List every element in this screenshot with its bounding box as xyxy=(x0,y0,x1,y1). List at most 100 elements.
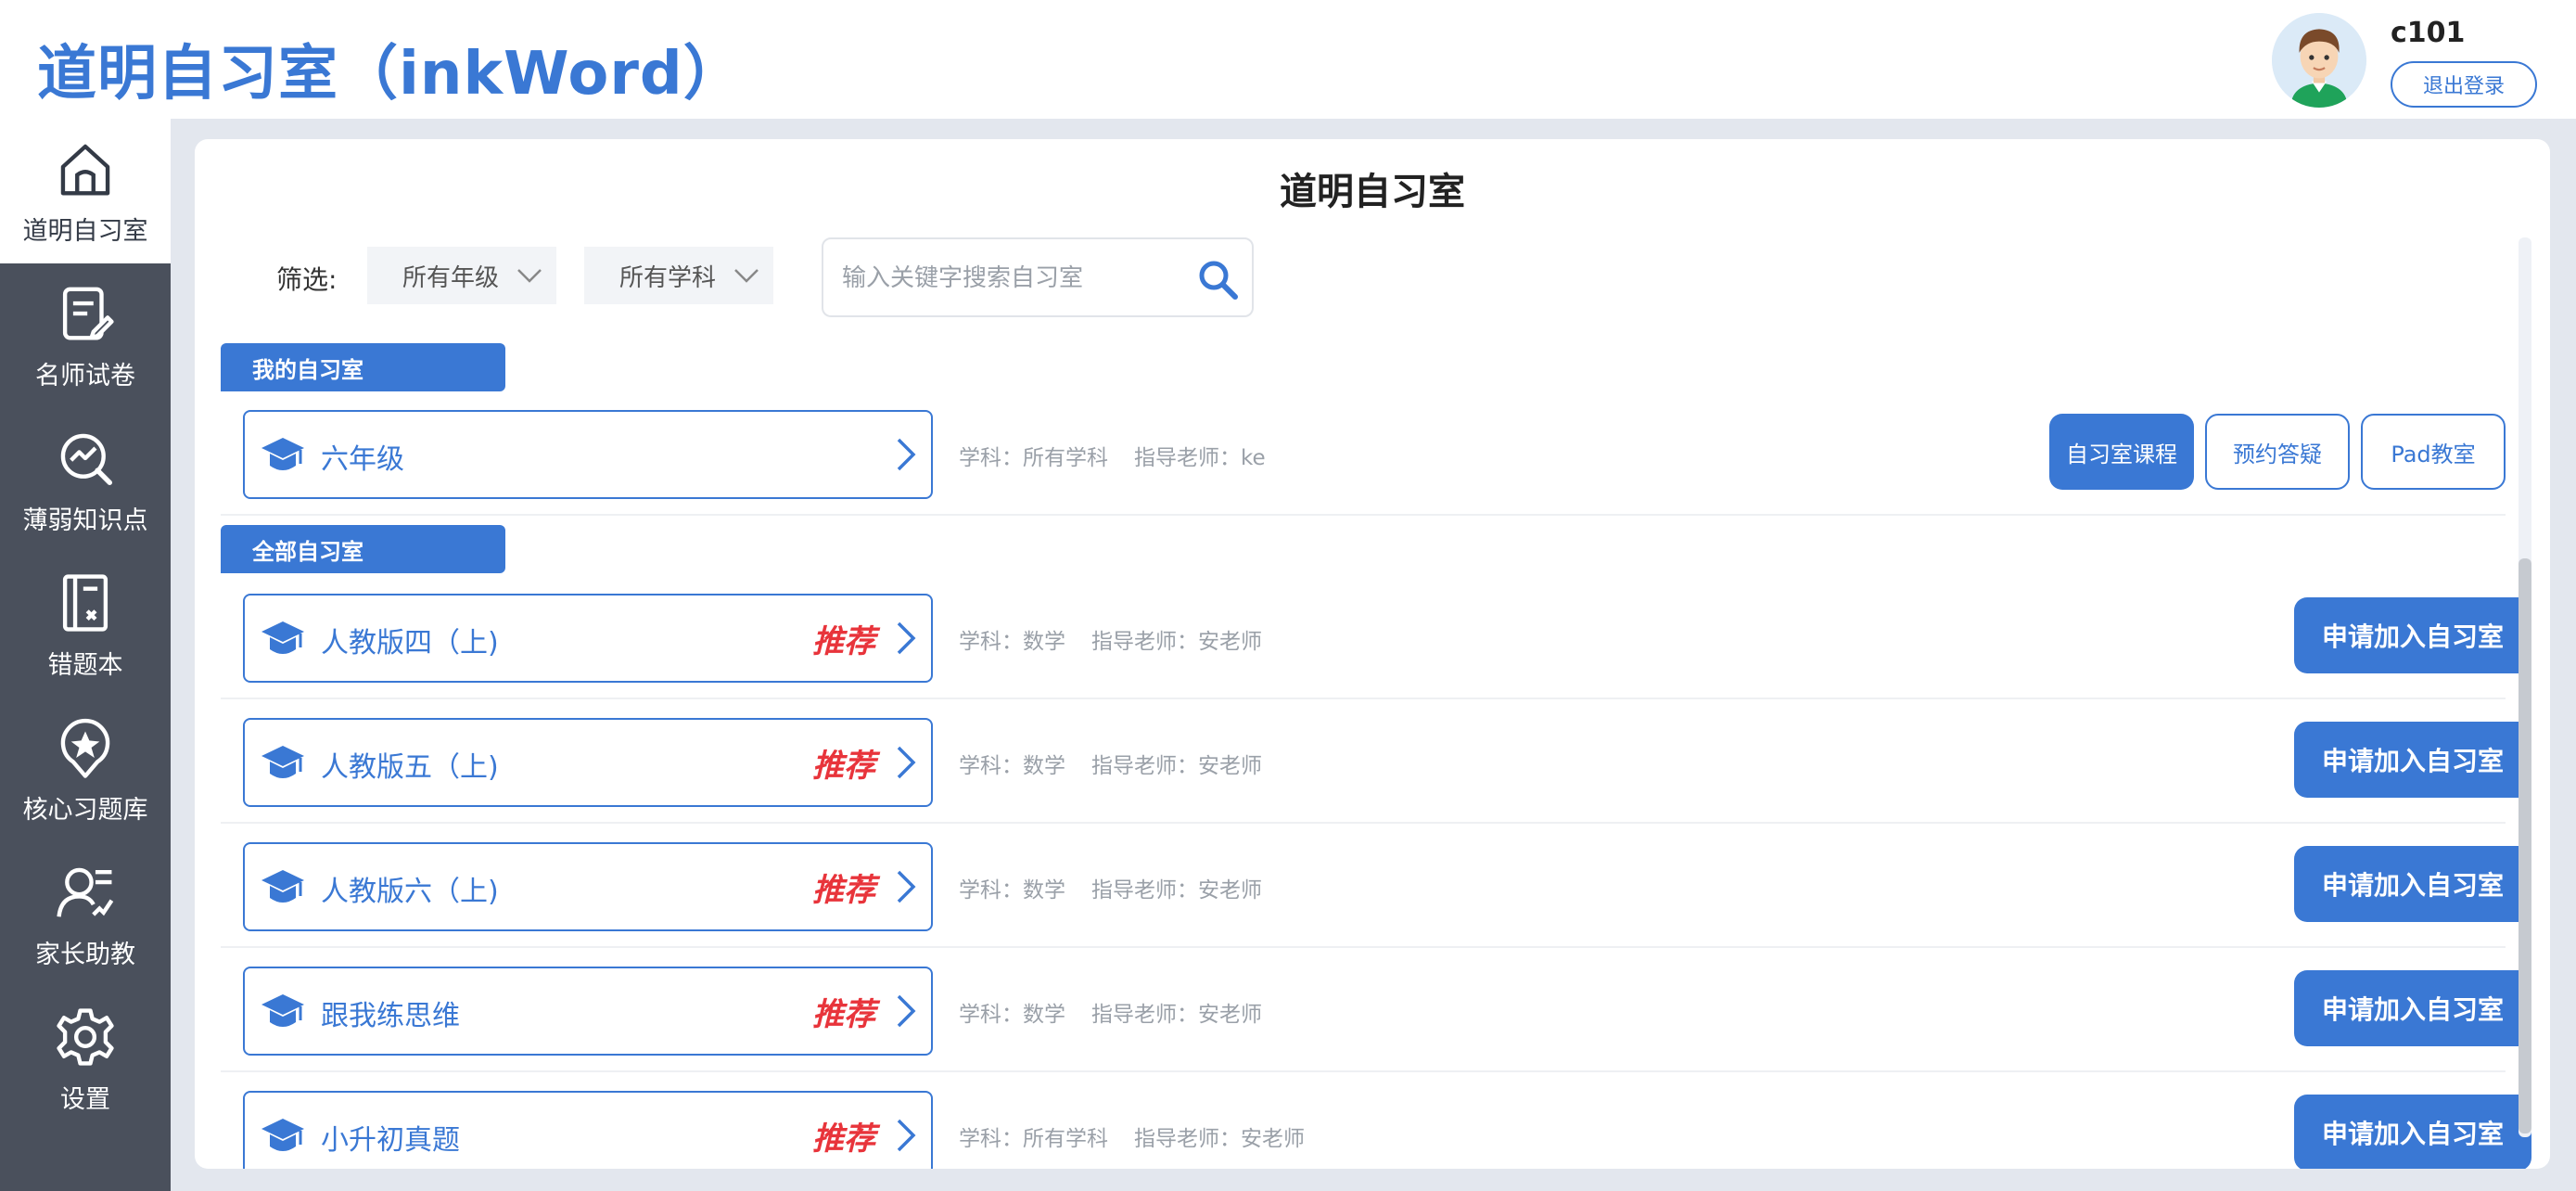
recommend-badge: 推荐 xyxy=(812,748,875,785)
room-card[interactable]: 人教版六（上) 推荐 xyxy=(243,842,933,931)
sidebar-item-core-exercises[interactable]: 核心习题库 xyxy=(0,698,171,842)
sidebar-item-label: 名师试卷 xyxy=(35,361,135,391)
room-row: 人教版四（上) 推荐 学科：数学 指导老师：安老师 申请加入自习室 xyxy=(221,575,2531,699)
room-subject: 学科：所有学科 xyxy=(959,1127,1108,1151)
sidebar-item-exam-papers[interactable]: 名师试卷 xyxy=(0,263,171,408)
room-meta: 学科：数学 指导老师：安老师 xyxy=(959,623,1262,655)
all-rooms-section-tag: 全部自习室 xyxy=(221,525,505,573)
room-meta: 学科：数学 指导老师：安老师 xyxy=(959,748,1262,779)
chevron-right-icon xyxy=(897,870,916,903)
grade-filter-dropdown[interactable]: 所有年级 xyxy=(367,247,556,304)
room-name: 小升初真题 xyxy=(321,1124,460,1157)
join-room-button[interactable]: 申请加入自习室 xyxy=(2294,597,2531,673)
room-card[interactable]: 人教版四（上) 推荐 xyxy=(243,594,933,683)
room-name: 六年级 xyxy=(321,443,404,476)
logout-button[interactable]: 退出登录 xyxy=(2391,61,2537,108)
page-title: 道明自习室 xyxy=(1280,171,1465,213)
join-room-button[interactable]: 申请加入自习室 xyxy=(2294,970,2531,1046)
room-course-button[interactable]: 自习室课程 xyxy=(2049,414,2194,490)
scrollbar-thumb[interactable] xyxy=(2519,558,2531,1133)
graduation-cap-icon xyxy=(261,621,304,654)
my-room-row: 六年级 学科：所有学科 指导老师：ke 自习室课程 预约答疑 Pad教室 xyxy=(221,391,2506,516)
room-meta: 学科：所有学科 指导老师：ke xyxy=(959,440,1266,471)
sidebar-item-settings[interactable]: 设置 xyxy=(0,987,171,1132)
room-teacher: 指导老师：安老师 xyxy=(1091,1003,1262,1027)
filter-label: 筛选: xyxy=(276,264,338,295)
chevron-right-icon xyxy=(897,621,916,655)
room-name: 人教版四（上) xyxy=(321,627,499,660)
join-room-button[interactable]: 申请加入自习室 xyxy=(2294,1095,2531,1169)
room-teacher: 指导老师：安老师 xyxy=(1134,1127,1305,1151)
recommend-badge: 推荐 xyxy=(812,872,875,909)
recommend-badge: 推荐 xyxy=(812,1121,875,1158)
chevron-right-icon xyxy=(897,746,916,779)
chevron-down-icon xyxy=(734,269,759,283)
pad-classroom-button[interactable]: Pad教室 xyxy=(2361,414,2506,490)
sidebar-item-label: 道明自习室 xyxy=(22,216,148,246)
room-card[interactable]: 小升初真题 推荐 xyxy=(243,1091,933,1169)
sidebar-item-label: 错题本 xyxy=(47,650,123,680)
search-input[interactable] xyxy=(842,258,1176,299)
room-name: 人教版五（上) xyxy=(321,751,499,784)
sidebar-item-label: 家长助教 xyxy=(35,940,135,969)
room-meta: 学科：所有学科 指导老师：安老师 xyxy=(959,1121,1305,1152)
chart-search-icon xyxy=(60,433,112,485)
graduation-cap-icon xyxy=(261,1119,304,1151)
recommend-badge: 推荐 xyxy=(812,996,875,1033)
room-card[interactable]: 人教版五（上) 推荐 xyxy=(243,718,933,807)
search-box xyxy=(822,237,1254,317)
room-name: 跟我练思维 xyxy=(321,1000,460,1032)
join-room-button[interactable]: 申请加入自习室 xyxy=(2294,722,2531,798)
chevron-right-icon xyxy=(897,994,916,1028)
chevron-right-icon xyxy=(897,438,916,471)
home-icon xyxy=(60,144,110,195)
subject-filter-dropdown[interactable]: 所有学科 xyxy=(584,247,773,304)
sidebar-item-label: 设置 xyxy=(60,1084,110,1114)
sidebar-item-mistake-book[interactable]: 错题本 xyxy=(0,553,171,698)
room-meta: 学科：数学 指导老师：安老师 xyxy=(959,996,1262,1028)
room-row: 人教版六（上) 推荐 学科：数学 指导老师：安老师 申请加入自习室 xyxy=(221,824,2531,948)
room-card[interactable]: 跟我练思维 推荐 xyxy=(243,967,933,1056)
subject-filter-value: 所有学科 xyxy=(619,263,717,292)
room-subject: 学科：数学 xyxy=(959,630,1065,654)
sidebar-item-label: 薄弱知识点 xyxy=(22,506,148,535)
room-teacher: 指导老师：ke xyxy=(1134,446,1266,470)
room-teacher: 指导老师：安老师 xyxy=(1091,630,1262,654)
chevron-right-icon xyxy=(897,1119,916,1152)
graduation-cap-icon xyxy=(261,994,304,1027)
notebook-icon xyxy=(62,573,108,632)
recommend-badge: 推荐 xyxy=(812,623,875,660)
sidebar-item-weak-points[interactable]: 薄弱知识点 xyxy=(0,408,171,553)
book-qa-button[interactable]: 预约答疑 xyxy=(2205,414,2350,490)
graduation-cap-icon xyxy=(261,438,304,470)
room-subject: 学科：数学 xyxy=(959,754,1065,778)
parent-icon xyxy=(57,867,114,917)
exam-paper-icon xyxy=(62,287,114,339)
sidebar-item-parent-assist[interactable]: 家长助教 xyxy=(0,842,171,987)
room-subject: 学科：数学 xyxy=(959,1003,1065,1027)
sidebar-item-study-room[interactable]: 道明自习室 xyxy=(0,119,171,263)
my-rooms-section-tag: 我的自习室 xyxy=(221,343,505,391)
sidebar-item-label: 核心习题库 xyxy=(22,795,148,825)
room-subject: 学科：所有学科 xyxy=(959,446,1108,470)
app-title: 道明自习室（inkWord） xyxy=(37,40,744,109)
graduation-cap-icon xyxy=(261,746,304,778)
room-row: 人教版五（上) 推荐 学科：数学 指导老师：安老师 申请加入自习室 xyxy=(221,699,2531,824)
sidebar: 道明自习室 名师试卷 薄弱知识点 错题本 核心习题库 家长助教 设置 xyxy=(0,119,171,1191)
room-row: 小升初真题 推荐 学科：所有学科 指导老师：安老师 申请加入自习室 xyxy=(221,1072,2531,1169)
join-room-button[interactable]: 申请加入自习室 xyxy=(2294,846,2531,922)
room-card[interactable]: 六年级 xyxy=(243,410,933,499)
room-teacher: 指导老师：安老师 xyxy=(1091,754,1262,778)
gear-icon xyxy=(57,1007,114,1066)
graduation-cap-icon xyxy=(261,870,304,903)
top-header: 道明自习室（inkWord） c101 退出登录 xyxy=(0,0,2576,119)
avatar[interactable] xyxy=(2272,13,2366,108)
avatar-icon xyxy=(2272,13,2366,108)
chevron-down-icon xyxy=(517,269,542,283)
grade-filter-value: 所有年级 xyxy=(402,263,500,292)
username: c101 xyxy=(2391,17,2466,49)
room-row: 跟我练思维 推荐 学科：数学 指导老师：安老师 申请加入自习室 xyxy=(221,948,2531,1072)
search-icon[interactable] xyxy=(1196,258,1239,301)
room-name: 人教版六（上) xyxy=(321,876,499,908)
main-panel: 道明自习室 筛选: 所有年级 所有学科 我的自习室 六年级 xyxy=(195,139,2550,1169)
